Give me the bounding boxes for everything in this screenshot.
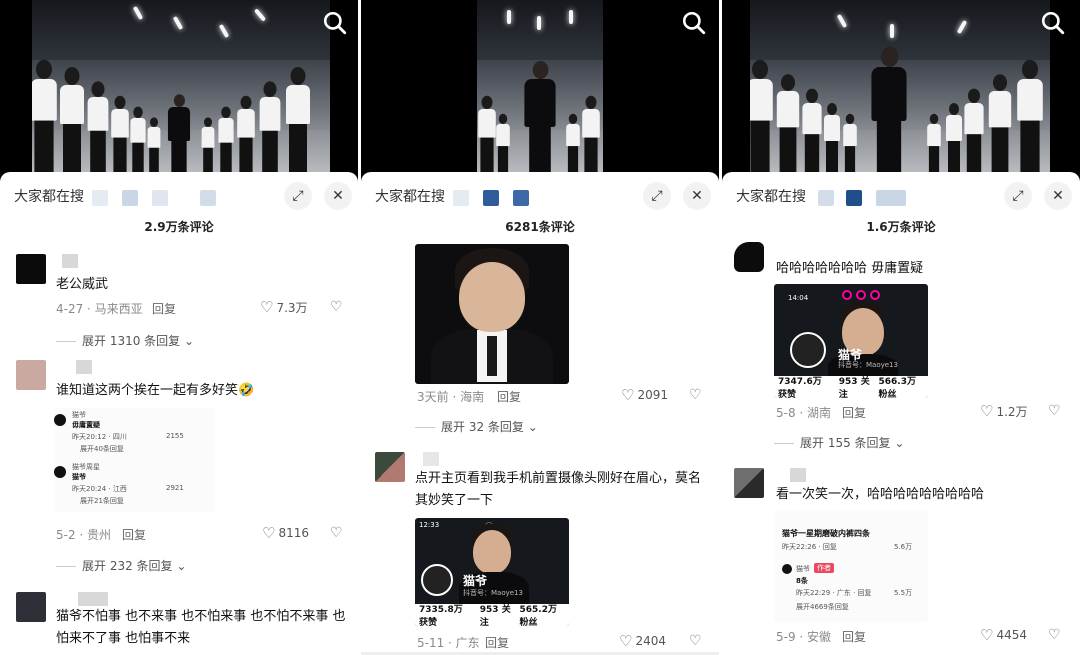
comment-meta: 3天前 · 海南 xyxy=(417,390,485,404)
close-icon[interactable]: ✕ xyxy=(683,182,711,210)
avatar[interactable] xyxy=(16,254,46,284)
close-icon[interactable]: ✕ xyxy=(1044,182,1072,210)
embedded-screenshot: 猫爷 毋庸置疑 昨天20:12 · 四川 2155 展开40条回复 猫爷周星 猫… xyxy=(54,408,214,512)
dislike-icon[interactable]: ♡ xyxy=(1048,627,1061,643)
trending-chip[interactable] xyxy=(453,190,469,206)
comment-text: 哈哈哈哈哈哈哈 毋庸置疑 xyxy=(776,261,924,276)
trending-chip[interactable] xyxy=(122,190,138,206)
comment-text: 点开主页看到我手机前置摄像头刚好在眉心，莫名其妙笑了一下 xyxy=(415,471,702,508)
like-button[interactable]: ♡ 1.2万 xyxy=(980,402,1028,420)
profile-stats: 7335.8万 获赞 953 关注 565.2万 粉丝 xyxy=(415,604,569,626)
profile-stats: 7347.6万 获赞 953 关注 566.3万 粉丝 xyxy=(774,376,928,398)
panel-2: 大家都在搜 ⤢ ✕ 6281条评论 3天前 · 海南 回复 ♡ 2091 ♡ 展开… xyxy=(361,0,719,655)
trending-label[interactable]: 大家都在搜 xyxy=(375,186,445,206)
dislike-icon[interactable]: ♡ xyxy=(1048,403,1061,419)
comment-image[interactable]: 14:04 猫爷 抖音号：Maoye13 7347.6万 获赞 953 关注 5… xyxy=(774,284,928,398)
panel-1: 大家都在搜 ⤢ ✕ 2.9万条评论 老公威武 4-27 · 马来西亚 回复 ♡ 7… xyxy=(0,0,358,655)
reply-button[interactable]: 回复 xyxy=(497,388,521,405)
comment-sheet: 大家都在搜 ⤢ ✕ 1.6万条评论 哈哈哈哈哈哈哈 毋庸置疑 14:04 猫爷 … xyxy=(722,172,1080,655)
search-icon[interactable] xyxy=(1040,10,1066,36)
avatar[interactable] xyxy=(375,452,405,482)
dislike-icon[interactable]: ♡ xyxy=(330,525,343,541)
video-scene xyxy=(477,0,603,200)
reply-button[interactable]: 回复 xyxy=(842,628,866,645)
search-icon[interactable] xyxy=(681,10,707,36)
like-button[interactable]: ♡ 2091 xyxy=(621,386,668,404)
dislike-icon[interactable]: ♡ xyxy=(330,299,343,315)
username[interactable] xyxy=(62,254,78,268)
comment-count: 6281条评论 xyxy=(505,220,575,234)
trending-chip[interactable] xyxy=(818,190,834,206)
trending-chip[interactable] xyxy=(876,190,906,206)
comment-text: 老公威武 xyxy=(56,277,109,292)
comment-image[interactable] xyxy=(415,244,569,384)
panel-3: 大家都在搜 ⤢ ✕ 1.6万条评论 哈哈哈哈哈哈哈 毋庸置疑 14:04 猫爷 … xyxy=(722,0,1080,655)
expand-icon[interactable]: ⤢ xyxy=(284,182,312,210)
reply-button[interactable]: 回复 xyxy=(842,404,866,421)
comment-image[interactable]: 12:33 猫爷 抖音号：Maoye13 7335.8万 获赞 953 关注 5… xyxy=(415,518,569,626)
trending-chip[interactable] xyxy=(152,190,168,206)
trending-label[interactable]: 大家都在搜 xyxy=(736,186,806,206)
trending-chip[interactable] xyxy=(483,190,499,206)
trending-chip[interactable] xyxy=(846,190,862,206)
reply-button[interactable]: 回复 xyxy=(122,526,146,543)
video-scene xyxy=(750,0,1050,200)
username[interactable] xyxy=(78,592,108,606)
heart-icon: ♡ xyxy=(980,626,994,644)
avatar[interactable] xyxy=(16,592,46,622)
avatar[interactable] xyxy=(734,242,764,272)
username[interactable] xyxy=(790,468,806,482)
heart-icon: ♡ xyxy=(621,386,635,404)
dislike-icon[interactable]: ♡ xyxy=(689,387,702,403)
comment-text: 猫爷不怕事 也不来事 也不怕来事 也不怕不来事 也怕来不了事 也怕事不来 xyxy=(56,609,346,646)
comment-meta: 5-8 · 湖南 xyxy=(776,406,832,420)
comment-count: 1.6万条评论 xyxy=(866,220,936,234)
expand-replies[interactable]: 展开 232 条回复 ⌄ xyxy=(56,557,186,574)
comment-meta: 5-9 · 安徽 xyxy=(776,630,832,644)
comment-text: 看一次笑一次，哈哈哈哈哈哈哈哈哈 xyxy=(776,487,985,502)
comment-sheet: 大家都在搜 ⤢ ✕ 6281条评论 3天前 · 海南 回复 ♡ 2091 ♡ 展开… xyxy=(361,172,719,655)
collage: 大家都在搜 ⤢ ✕ 2.9万条评论 老公威武 4-27 · 马来西亚 回复 ♡ 7… xyxy=(0,0,1080,655)
trending-chip[interactable] xyxy=(513,190,529,206)
dislike-icon[interactable]: ♡ xyxy=(689,633,702,649)
reply-button[interactable]: 回复 xyxy=(485,634,509,651)
expand-replies[interactable]: 展开 155 条回复 ⌄ xyxy=(774,434,904,451)
reply-button[interactable]: 回复 xyxy=(152,300,176,317)
search-icon[interactable] xyxy=(322,10,348,36)
expand-replies[interactable]: 展开 1310 条回复 ⌄ xyxy=(56,332,194,349)
trending-label[interactable]: 大家都在搜 xyxy=(14,186,84,206)
comment-meta: 5-2 · 贵州 xyxy=(56,528,112,542)
video-area[interactable] xyxy=(0,0,358,200)
expand-icon[interactable]: ⤢ xyxy=(643,182,671,210)
like-button[interactable]: ♡ 8116 xyxy=(262,524,309,542)
comment-meta: 4-27 · 马来西亚 xyxy=(56,302,143,316)
username[interactable] xyxy=(423,452,439,466)
avatar[interactable] xyxy=(16,360,46,390)
close-icon[interactable]: ✕ xyxy=(324,182,352,210)
username[interactable] xyxy=(76,360,92,374)
like-button[interactable]: ♡ 7.3万 xyxy=(260,298,308,316)
expand-replies[interactable]: 展开 32 条回复 ⌄ xyxy=(415,418,538,435)
avatar[interactable] xyxy=(734,468,764,498)
video-area[interactable] xyxy=(722,0,1080,200)
video-area[interactable] xyxy=(361,0,719,200)
comment-meta: 5-11 · 广东 xyxy=(417,636,480,650)
heart-icon: ♡ xyxy=(619,632,633,650)
comment-sheet: 大家都在搜 ⤢ ✕ 2.9万条评论 老公威武 4-27 · 马来西亚 回复 ♡ 7… xyxy=(0,172,358,655)
comment-text: 谁知道这两个挨在一起有多好笑🤣 xyxy=(56,383,255,398)
embedded-screenshot: 猫爷一星期磨破内裤四条 昨天22:26 · 回复 5.6万 猫爷 作者 8条 昨… xyxy=(774,510,928,622)
video-scene xyxy=(32,0,330,200)
heart-icon: ♡ xyxy=(980,402,994,420)
expand-icon[interactable]: ⤢ xyxy=(1004,182,1032,210)
heart-icon: ♡ xyxy=(262,524,276,542)
trending-chip[interactable] xyxy=(92,190,108,206)
heart-icon: ♡ xyxy=(260,298,274,316)
comment-count: 2.9万条评论 xyxy=(144,220,214,234)
trending-chip[interactable] xyxy=(200,190,216,206)
like-button[interactable]: ♡ 2404 xyxy=(619,632,666,650)
like-button[interactable]: ♡ 4454 xyxy=(980,626,1027,644)
